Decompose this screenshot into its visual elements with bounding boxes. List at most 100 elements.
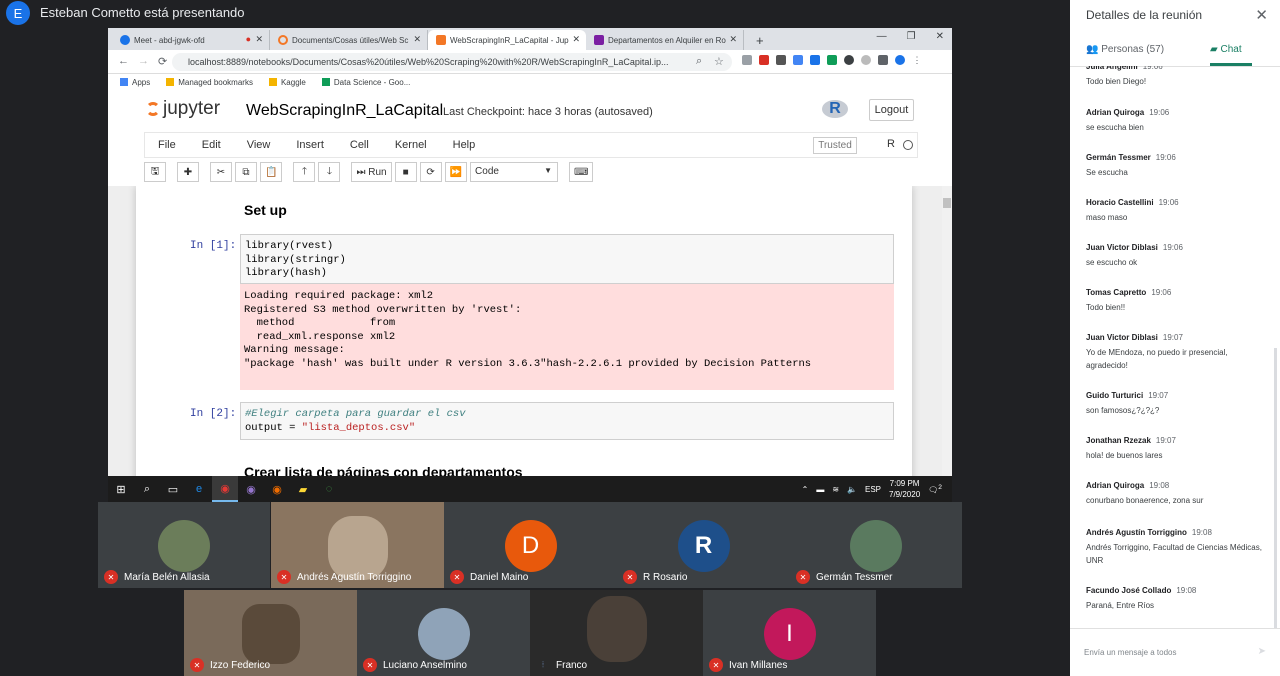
browser-tab[interactable]: Meet - abd-jgwk-ofd ● ✕: [112, 30, 270, 50]
chrome-profile-icon[interactable]: ◉: [238, 476, 264, 502]
maximize-icon[interactable]: ❐: [907, 31, 916, 42]
bookmark-folder[interactable]: Managed bookmarks: [166, 78, 253, 87]
close-icon[interactable]: ✕: [729, 34, 737, 45]
avatar: R: [677, 520, 730, 572]
participant-tile[interactable]: I ✕ Ivan Millanes: [703, 590, 876, 676]
menu-cell[interactable]: Cell: [337, 139, 382, 151]
bookmark-folder[interactable]: Kaggle: [268, 78, 306, 87]
scrollbar-thumb[interactable]: [943, 198, 951, 208]
cut-icon[interactable]: ✂: [210, 162, 232, 182]
menu-insert[interactable]: Insert: [283, 139, 337, 151]
chrome-icon[interactable]: ◉: [212, 476, 238, 502]
close-icon[interactable]: ✕: [1255, 6, 1268, 24]
notebook-name[interactable]: WebScrapingInR_LaCapital: [246, 102, 443, 120]
back-icon[interactable]: ←: [118, 55, 129, 67]
participant-tile[interactable]: R ✕ R Rosario: [617, 502, 790, 588]
participant-tile[interactable]: ✕ María Belén Allasia: [98, 502, 270, 588]
extension-icon[interactable]: [844, 55, 854, 65]
browser-tab-active[interactable]: WebScrapingInR_LaCapital - Jup ✕: [428, 30, 586, 50]
bookmark-star-icon[interactable]: ☆: [714, 55, 724, 68]
notification-icon[interactable]: 🗨2: [928, 484, 942, 495]
move-down-icon[interactable]: 🡓: [318, 162, 341, 182]
stop-icon[interactable]: ■: [394, 162, 417, 182]
windows-start-icon[interactable]: ⊞: [108, 476, 134, 502]
puzzle-icon[interactable]: [878, 55, 888, 65]
extension-icon[interactable]: [742, 55, 752, 65]
participant-tile[interactable]: ✕ Luciano Anselmino: [357, 590, 530, 676]
clock[interactable]: 7:09 PM 7/9/2020: [889, 478, 920, 500]
close-icon[interactable]: ✕: [572, 34, 580, 45]
insert-cell-icon[interactable]: ✚: [177, 162, 199, 182]
search-icon[interactable]: ⌕: [134, 476, 160, 502]
restart-run-all-icon[interactable]: ⏩: [444, 162, 468, 182]
tab-people[interactable]: 👥 Personas (57): [1086, 44, 1164, 55]
battery-icon[interactable]: ▬: [816, 485, 824, 494]
language-indicator[interactable]: ESP: [865, 485, 881, 494]
sticky-notes-icon[interactable]: ▰: [290, 476, 316, 502]
chrome-profile-icon[interactable]: ◉: [264, 476, 290, 502]
participant-tile[interactable]: D ✕ Daniel Maino: [444, 502, 617, 588]
reload-icon[interactable]: ⟳: [158, 55, 167, 68]
profile-icon[interactable]: [895, 55, 905, 65]
folder-icon: [268, 78, 277, 87]
chat-input[interactable]: Envía un mensaje a todos: [1084, 648, 1177, 657]
participant-tile[interactable]: ✕ Germán Tessmer: [790, 502, 962, 588]
jupyter-logo[interactable]: jupyter: [146, 98, 220, 120]
app-icon[interactable]: ◌: [316, 476, 342, 502]
menu-file[interactable]: File: [145, 139, 189, 151]
close-window-icon[interactable]: ✕: [936, 31, 944, 42]
keyboard-icon[interactable]: ⌨: [569, 162, 594, 182]
minimize-icon[interactable]: —: [877, 31, 887, 42]
run-button[interactable]: ⏭ Run: [351, 162, 392, 182]
forward-icon[interactable]: →: [138, 55, 149, 67]
task-view-icon[interactable]: ▭: [160, 476, 186, 502]
menu-help[interactable]: Help: [440, 139, 489, 151]
logout-button[interactable]: Logout: [869, 99, 914, 121]
bookmark-link[interactable]: Data Science - Goo...: [321, 78, 410, 87]
gmail-icon[interactable]: [759, 55, 769, 65]
code-cell[interactable]: #Elegir carpeta para guardar el csv outp…: [240, 402, 894, 440]
scrollbar[interactable]: [1274, 348, 1277, 628]
menu-edit[interactable]: Edit: [189, 139, 234, 151]
close-icon[interactable]: ✕: [413, 34, 421, 45]
paste-icon[interactable]: 📋: [260, 162, 283, 182]
new-tab-button[interactable]: +: [748, 30, 772, 50]
extension-icon[interactable]: [776, 55, 786, 65]
zoom-icon[interactable]: ⌕: [696, 55, 702, 68]
cell-type-select[interactable]: Code ▼: [470, 162, 559, 182]
windows-taskbar: ⊞ ⌕ ▭ e ◉ ◉ ◉ ▰ ◌ ⌃ ▬ ≋ 🔈 ESP 7:09 PM 7/9…: [108, 476, 952, 502]
menu-view[interactable]: View: [234, 139, 284, 151]
trusted-indicator[interactable]: Trusted: [813, 137, 857, 154]
window-controls: — ❐ ✕: [877, 31, 944, 42]
participant-tile[interactable]: ✕ Izzo Federico: [184, 590, 357, 676]
extension-icon[interactable]: [810, 55, 820, 65]
presenter-avatar: E: [6, 1, 30, 25]
extension-icon[interactable]: [793, 55, 803, 65]
bookmark-apps[interactable]: Apps: [120, 78, 150, 87]
participant-tile[interactable]: ⦙ Franco: [530, 590, 703, 676]
menu-icon[interactable]: ⋮: [912, 55, 922, 65]
scrollbar[interactable]: [942, 186, 952, 502]
move-up-icon[interactable]: 🡑: [293, 162, 316, 182]
url-input[interactable]: localhost:8889/notebooks/Documents/Cosas…: [172, 53, 732, 71]
drive-icon[interactable]: [827, 55, 837, 65]
participant-tile[interactable]: ✕ Andrés Agustín Torriggino: [271, 502, 444, 588]
edge-icon[interactable]: e: [186, 476, 212, 502]
chat-sender: Facundo José Collado 19:08: [1086, 586, 1266, 595]
browser-tab[interactable]: Documents/Cosas útiles/Web Sc ✕: [270, 30, 428, 50]
tab-chat[interactable]: ▰ Chat: [1210, 44, 1242, 55]
copy-icon[interactable]: ⧉: [235, 162, 257, 182]
extension-icon[interactable]: [861, 55, 871, 65]
wifi-icon[interactable]: ≋: [832, 485, 839, 494]
save-icon[interactable]: 🖫: [144, 162, 166, 182]
send-icon[interactable]: ➤: [1258, 646, 1266, 657]
volume-icon[interactable]: 🔈: [847, 485, 857, 494]
mic-off-icon: ✕: [104, 570, 118, 584]
close-icon[interactable]: ✕: [255, 34, 263, 45]
menu-kernel[interactable]: Kernel: [382, 139, 440, 151]
chat-sender: Juan Victor Diblasi 19:06: [1086, 243, 1266, 252]
chevron-up-icon[interactable]: ⌃: [802, 485, 809, 494]
restart-icon[interactable]: ⟳: [419, 162, 442, 182]
code-cell[interactable]: library(rvest) library(stringr) library(…: [240, 234, 894, 284]
browser-tab[interactable]: Departamentos en Alquiler en Ro ✕: [586, 30, 744, 50]
